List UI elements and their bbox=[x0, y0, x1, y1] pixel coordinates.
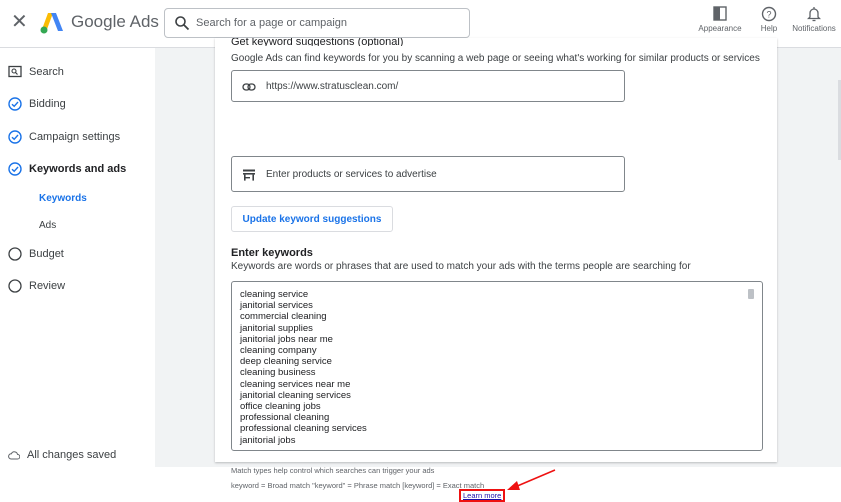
sidebar-item-label: Budget bbox=[29, 248, 64, 260]
keyword-line: cleaning business bbox=[240, 367, 316, 379]
campaign-type-icon bbox=[8, 65, 22, 78]
store-icon bbox=[243, 169, 255, 181]
sidebar-item-search[interactable]: Search bbox=[8, 62, 64, 82]
keyword-line: professional cleaning services bbox=[240, 423, 367, 435]
keyword-line: cleaning service bbox=[240, 289, 309, 300]
appearance-label: Appearance bbox=[698, 24, 742, 33]
products-placeholder: Enter products or services to advertise bbox=[266, 169, 437, 180]
sidebar-item-label: Search bbox=[29, 66, 64, 78]
sidebar-item-label: Review bbox=[29, 280, 66, 292]
red-arrow-annotation bbox=[507, 469, 556, 490]
google-ads-logo bbox=[40, 13, 63, 34]
empty-circle-icon bbox=[8, 279, 22, 293]
match-types-hint: Match types help control which searches … bbox=[231, 466, 435, 475]
appearance-button[interactable]: Appearance bbox=[696, 6, 744, 33]
sidebar-item-label: Bidding bbox=[29, 98, 66, 110]
help-button[interactable]: ? Help bbox=[756, 6, 782, 33]
keyword-line: janitorial jobs bbox=[240, 434, 296, 446]
sidebar-item-budget[interactable]: Budget bbox=[8, 244, 64, 264]
keyword-line: commercial cleaning bbox=[240, 311, 327, 323]
bell-icon bbox=[807, 7, 821, 22]
appearance-icon bbox=[713, 6, 727, 21]
keyword-line: janitorial supplies bbox=[240, 322, 313, 334]
sidebar-subitem-ads[interactable]: Ads bbox=[39, 220, 56, 231]
check-circle-icon bbox=[8, 97, 22, 111]
products-field[interactable]: Enter products or services to advertise bbox=[231, 156, 625, 192]
brand-name: Google Ads bbox=[71, 12, 159, 31]
sidebar-subitem-keywords[interactable]: Keywords bbox=[39, 193, 87, 204]
sidebar-item-bidding[interactable]: Bidding bbox=[8, 94, 66, 114]
notifications-label: Notifications bbox=[792, 24, 836, 33]
keyword-line: cleaning services near me bbox=[240, 378, 351, 390]
keywords-list: cleaning service janitorial services comme… bbox=[240, 289, 367, 446]
match-types-legend: keyword = Broad match "keyword" = Phrase… bbox=[231, 481, 485, 490]
url-value: https://www.stratusclean.com/ bbox=[266, 81, 399, 92]
suggestions-description: Google Ads can find keywords for you by … bbox=[231, 53, 760, 64]
cloud-icon bbox=[8, 451, 20, 460]
sidebar-item-label: Campaign settings bbox=[29, 131, 121, 143]
check-circle-icon bbox=[8, 162, 22, 176]
search-placeholder: Search for a page or campaign bbox=[196, 17, 348, 29]
save-status-text: All changes saved bbox=[27, 449, 117, 461]
link-icon bbox=[242, 83, 256, 91]
textarea-scrollbar[interactable] bbox=[748, 289, 754, 299]
help-label: Help bbox=[760, 24, 778, 33]
sidebar: Search Bidding Campaign settings Keyword… bbox=[0, 48, 155, 467]
enter-keywords-title: Enter keywords bbox=[231, 247, 313, 259]
save-status: All changes saved bbox=[8, 449, 116, 461]
suggestions-heading: Get keyword suggestions (optional) bbox=[231, 38, 404, 46]
close-icon[interactable]: ✕ bbox=[11, 12, 28, 32]
notifications-button[interactable]: Notifications bbox=[788, 6, 840, 33]
update-keyword-suggestions-button[interactable]: Update keyword suggestions bbox=[231, 206, 393, 232]
keyword-line: janitorial cleaning services bbox=[240, 389, 351, 401]
sidebar-item-label: Keywords and ads bbox=[29, 163, 127, 175]
help-icon: ? bbox=[761, 6, 777, 22]
enter-keywords-description: Keywords are words or phrases that are u… bbox=[231, 261, 691, 272]
check-circle-icon bbox=[8, 130, 22, 144]
keywords-card: Get keyword suggestions (optional) Googl… bbox=[215, 38, 777, 490]
search-icon bbox=[175, 16, 190, 31]
sidebar-item-review[interactable]: Review bbox=[8, 276, 65, 296]
keyword-line: janitorial services bbox=[240, 300, 313, 312]
url-field[interactable]: https://www.stratusclean.com/ bbox=[231, 70, 625, 102]
keyword-line: office cleaning jobs bbox=[240, 401, 321, 413]
keywords-textarea[interactable]: cleaning service janitorial services comme… bbox=[231, 281, 763, 451]
sidebar-item-campaign-settings[interactable]: Campaign settings bbox=[8, 127, 120, 147]
empty-circle-icon bbox=[8, 247, 22, 261]
keyword-line: deep cleaning service bbox=[240, 356, 332, 368]
sidebar-item-keywords-and-ads[interactable]: Keywords and ads bbox=[8, 159, 126, 179]
search-input[interactable]: Search for a page or campaign bbox=[164, 8, 470, 38]
keyword-line: professional cleaning bbox=[240, 412, 330, 424]
main-content: Get keyword suggestions (optional) Googl… bbox=[155, 38, 841, 502]
svg-text:?: ? bbox=[766, 10, 771, 20]
keyword-line: janitorial jobs near me bbox=[240, 333, 333, 345]
keyword-line: cleaning company bbox=[240, 345, 317, 357]
